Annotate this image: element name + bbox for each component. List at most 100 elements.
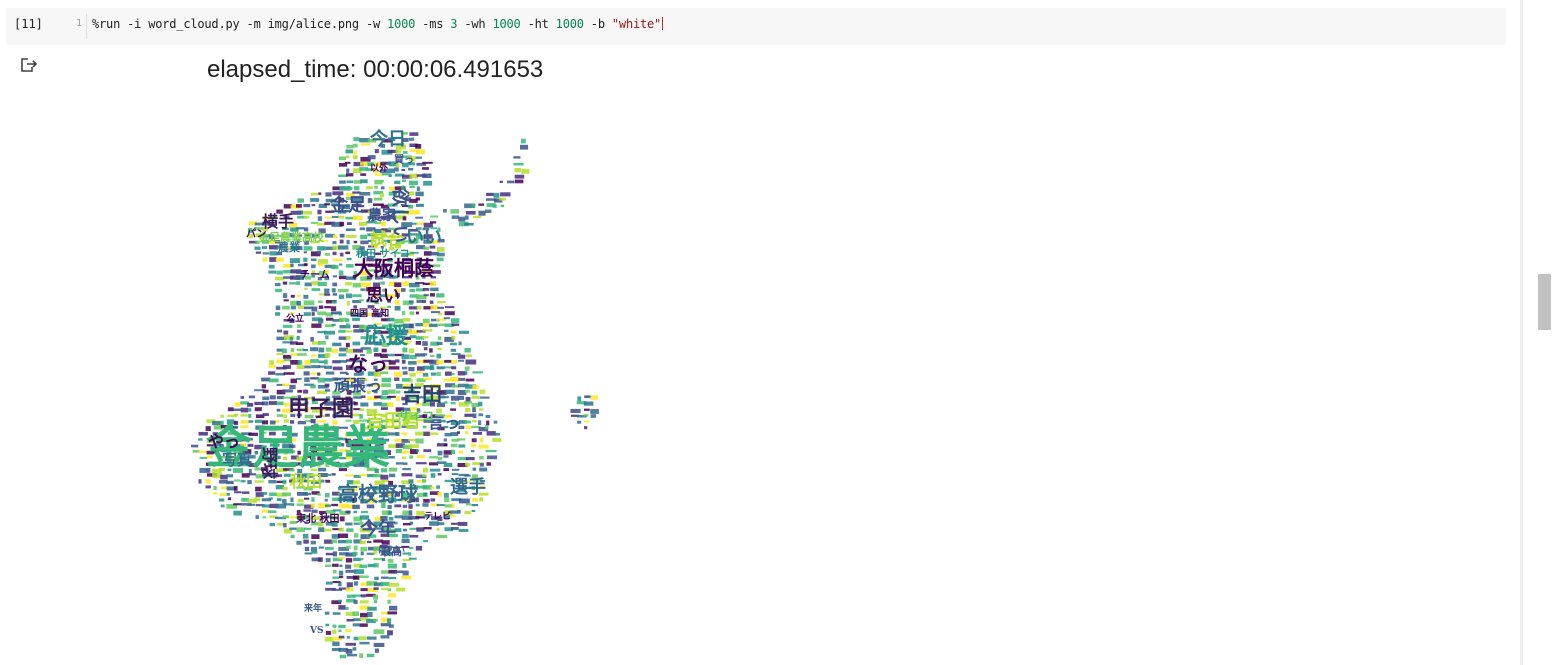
wordcloud-filler-mark bbox=[275, 257, 284, 262]
wordcloud-filler-mark bbox=[479, 408, 484, 411]
wordcloud-filler-mark bbox=[401, 288, 406, 292]
wordcloud-filler-mark bbox=[296, 342, 304, 345]
wordcloud-filler-mark bbox=[401, 354, 410, 360]
wordcloud-filler-mark bbox=[359, 299, 364, 302]
wordcloud-filler-mark bbox=[303, 263, 308, 266]
wordcloud-filler-mark bbox=[443, 455, 449, 458]
wordcloud-filler-mark bbox=[233, 510, 242, 516]
wordcloud-filler-mark bbox=[324, 359, 328, 365]
elapsed-time-output: elapsed_time: 00:00:06.491653 bbox=[207, 56, 544, 83]
wordcloud-filler-mark bbox=[276, 353, 284, 356]
wordcloud-filler-mark bbox=[304, 282, 312, 287]
wordcloud-filler-mark bbox=[401, 311, 406, 316]
vertical-scrollbar[interactable] bbox=[1538, 0, 1552, 665]
wordcloud-filler-mark bbox=[268, 378, 279, 383]
wordcloud-filler-mark bbox=[338, 215, 345, 219]
wordcloud-filler-mark bbox=[408, 137, 415, 141]
wordcloud-filler-mark bbox=[359, 575, 369, 578]
wordcloud-word: 横手 bbox=[262, 212, 294, 231]
wordcloud-filler-mark bbox=[415, 191, 424, 197]
wordcloud-word: 頑張っ bbox=[333, 376, 382, 395]
wordcloud-filler-mark bbox=[394, 305, 401, 311]
wordcloud-filler-mark bbox=[422, 467, 428, 473]
wordcloud-filler-mark bbox=[353, 636, 359, 641]
wordcloud-filler-mark bbox=[409, 132, 419, 136]
wordcloud-filler-mark bbox=[247, 402, 254, 407]
wordcloud-filler-mark bbox=[290, 378, 297, 384]
wordcloud-filler-mark bbox=[347, 654, 357, 657]
wordcloud-words: 金足農業甲子園高校野球吉田君吉田応援大阪桐蔭金足今日試合 いい横手なっ思い頑張っ選… bbox=[205, 128, 486, 636]
wordcloud-filler-mark bbox=[324, 288, 330, 294]
wordcloud-filler-mark bbox=[394, 438, 403, 442]
wordcloud-filler-mark bbox=[493, 192, 500, 198]
wordcloud-filler-mark bbox=[318, 318, 324, 324]
wordcloud-filler-mark bbox=[472, 462, 481, 465]
wordcloud-filler-mark bbox=[255, 486, 262, 492]
wordcloud-filler-mark bbox=[303, 257, 308, 262]
wordcloud-filler-mark bbox=[485, 209, 492, 213]
wordcloud-filler-mark bbox=[345, 251, 350, 255]
wordcloud-filler-mark bbox=[451, 527, 459, 530]
wordcloud-filler-mark bbox=[297, 329, 302, 333]
wordcloud-filler-mark bbox=[296, 365, 305, 369]
wordcloud-filler-mark bbox=[514, 168, 522, 173]
wordcloud-filler-mark bbox=[500, 204, 504, 208]
wordcloud-filler-mark bbox=[422, 425, 427, 429]
wordcloud-filler-mark bbox=[373, 600, 378, 604]
wordcloud-filler-mark bbox=[310, 503, 315, 508]
wordcloud-filler-mark bbox=[465, 425, 471, 429]
wordcloud-filler-mark bbox=[332, 234, 338, 239]
wordcloud-filler-mark bbox=[429, 323, 438, 328]
wordcloud-filler-mark bbox=[360, 240, 369, 245]
wordcloud-filler-mark bbox=[451, 323, 460, 326]
wordcloud-word: なっ bbox=[348, 352, 388, 376]
wordcloud-filler-mark bbox=[408, 552, 412, 556]
wordcloud-filler-mark bbox=[304, 546, 310, 552]
wordcloud-filler-mark bbox=[457, 521, 468, 526]
wordcloud-filler-mark bbox=[233, 408, 242, 411]
wordcloud-filler-mark bbox=[234, 402, 241, 407]
wordcloud-filler-mark bbox=[388, 605, 398, 611]
code-text: -wh bbox=[457, 17, 493, 31]
wordcloud-filler-mark bbox=[360, 402, 369, 407]
wordcloud-filler-mark bbox=[387, 510, 393, 515]
wordcloud-filler-mark bbox=[261, 509, 269, 513]
wordcloud-filler-mark bbox=[297, 324, 302, 328]
wordcloud-filler-mark bbox=[318, 263, 324, 267]
wordcloud-filler-mark bbox=[262, 252, 270, 255]
wordcloud-filler-mark bbox=[415, 431, 425, 436]
output-redirect-icon[interactable] bbox=[20, 57, 38, 73]
wordcloud-filler-mark bbox=[317, 492, 321, 496]
wordcloud-filler-mark bbox=[387, 630, 393, 636]
code-cell[interactable]: [11] 1 %run -i word_cloud.py -m img/alic… bbox=[6, 8, 1506, 45]
wordcloud-filler-mark bbox=[275, 373, 285, 376]
wordcloud-filler-mark bbox=[303, 539, 309, 544]
wordcloud-filler-mark bbox=[429, 432, 439, 435]
code-editor-line[interactable]: %run -i word_cloud.py -m img/alice.png -… bbox=[92, 17, 664, 31]
wordcloud-filler-mark bbox=[277, 522, 284, 526]
wordcloud-filler-mark bbox=[443, 450, 453, 455]
wordcloud-filler-mark bbox=[472, 215, 482, 219]
wordcloud-filler-mark bbox=[395, 462, 403, 465]
wordcloud-filler-mark bbox=[380, 180, 385, 183]
wordcloud-filler-mark bbox=[282, 281, 288, 285]
wordcloud-filler-mark bbox=[436, 360, 444, 365]
wordcloud-filler-mark bbox=[416, 527, 425, 532]
scrollbar-thumb[interactable] bbox=[1538, 274, 1551, 330]
wordcloud-filler-mark bbox=[416, 449, 420, 452]
wordcloud-word: やっ bbox=[208, 432, 240, 451]
wordcloud-filler-mark bbox=[345, 318, 350, 322]
wordcloud-filler-mark bbox=[458, 330, 469, 334]
wordcloud-filler-mark bbox=[338, 270, 344, 276]
wordcloud-filler-mark bbox=[500, 192, 511, 197]
wordcloud-filler-mark bbox=[268, 480, 277, 484]
wordcloud-filler-mark bbox=[303, 492, 311, 496]
wordcloud-filler-mark bbox=[423, 180, 433, 186]
wordcloud-filler-mark bbox=[464, 215, 469, 220]
wordcloud-filler-mark bbox=[268, 401, 277, 405]
wordcloud-filler-mark bbox=[324, 365, 333, 369]
wordcloud-filler-mark bbox=[283, 354, 292, 359]
wordcloud-filler-mark bbox=[346, 257, 352, 261]
wordcloud-filler-mark bbox=[345, 642, 356, 646]
wordcloud-filler-mark bbox=[450, 342, 457, 346]
